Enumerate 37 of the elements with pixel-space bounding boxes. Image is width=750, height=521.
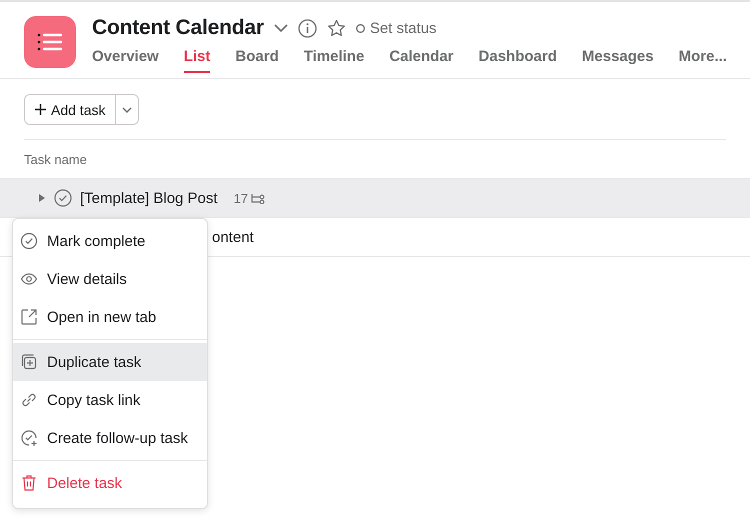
menu-item[interactable]: Mark complete	[13, 222, 207, 260]
menu-item[interactable]: View details	[13, 260, 207, 298]
check-circle-icon	[20, 232, 38, 250]
project-title: Content Calendar	[92, 16, 264, 40]
list-icon	[37, 32, 63, 52]
subtask-count: 17	[234, 190, 248, 206]
info-icon[interactable]	[298, 18, 317, 38]
tab[interactable]: Timeline	[304, 48, 364, 73]
task-row[interactable]: [Template] Blog Post 17	[0, 179, 750, 218]
menu-item[interactable]: Delete task	[13, 464, 207, 502]
tab[interactable]: Overview	[92, 48, 159, 73]
column-header: Task name	[24, 152, 87, 166]
tab[interactable]: Dashboard	[478, 48, 557, 73]
duplicate-icon	[20, 353, 38, 371]
tab[interactable]: More...	[678, 48, 727, 73]
menu-item[interactable]: Duplicate task	[13, 343, 207, 381]
external-link-icon	[20, 308, 38, 326]
tab[interactable]: List	[184, 48, 210, 73]
tab[interactable]: Calendar	[389, 48, 454, 73]
set-status-button[interactable]: Set status	[370, 20, 437, 36]
chevron-down-icon	[122, 106, 132, 112]
chevron-down-icon[interactable]	[274, 24, 288, 32]
task-name: [Template] Blog Post	[80, 190, 218, 206]
star-icon[interactable]	[326, 18, 346, 38]
menu-item[interactable]: Open in new tab	[13, 298, 207, 336]
menu-item[interactable]: Copy task link	[13, 381, 207, 419]
tab[interactable]: Board	[235, 48, 279, 73]
subtask-icon	[251, 192, 266, 204]
link-icon	[20, 391, 38, 409]
check-circle-plus-icon	[20, 429, 38, 447]
trash-icon	[20, 474, 38, 492]
expand-icon[interactable]	[38, 193, 46, 203]
tab[interactable]: Messages	[582, 48, 654, 73]
menu-item[interactable]: Create follow-up task	[13, 419, 207, 457]
plus-icon	[35, 104, 46, 115]
task-name: ontent	[212, 228, 254, 246]
check-circle-icon[interactable]	[54, 189, 72, 207]
